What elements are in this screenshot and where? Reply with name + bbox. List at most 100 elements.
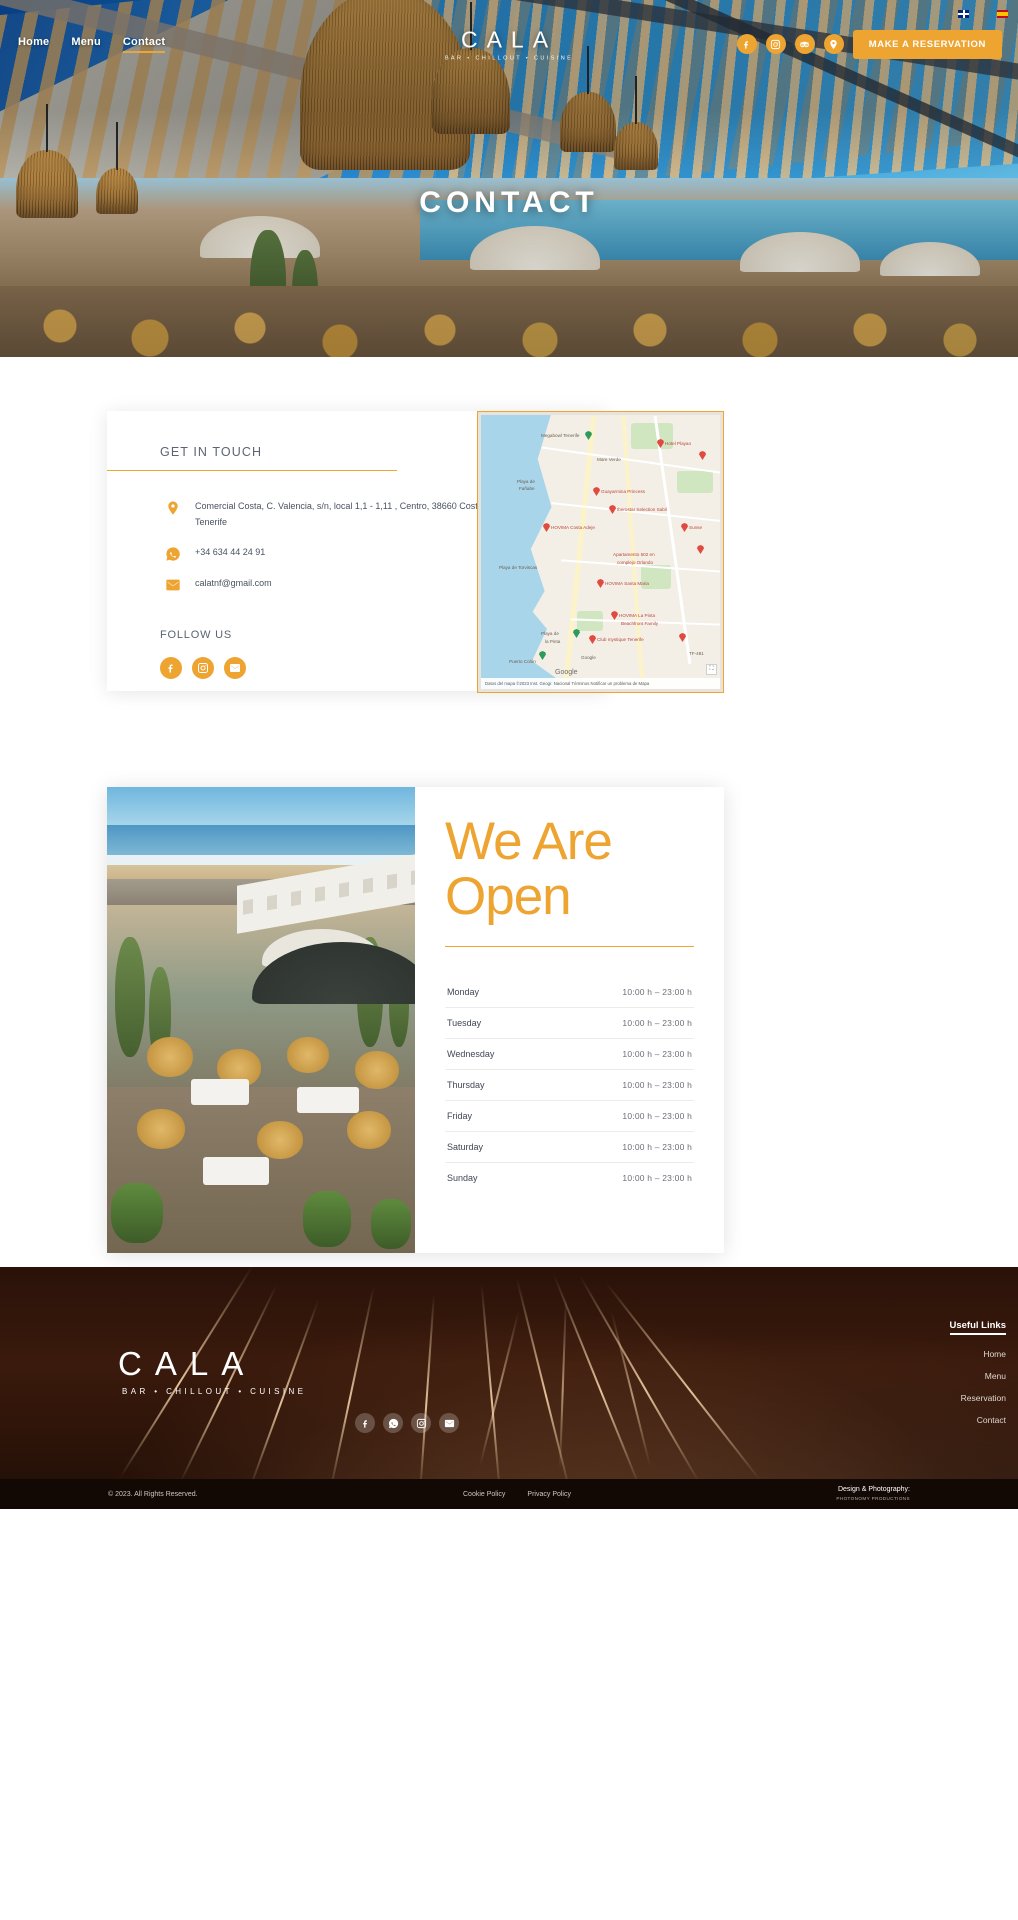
map-label: Iberostar Selection Sabil — [617, 507, 667, 512]
map-label: Google — [581, 655, 596, 660]
map-label: complejo Orlando — [617, 560, 654, 565]
email-icon[interactable] — [224, 656, 246, 679]
schedule-hours: 10:00 h – 23:00 h — [622, 987, 692, 998]
we-are-open-line2: Open — [445, 866, 572, 926]
footer-link-reservation[interactable]: Reservation — [950, 1393, 1006, 1403]
terrace-photo — [107, 787, 415, 1253]
schedule-hours: 10:00 h – 23:00 h — [622, 1018, 692, 1029]
instagram-icon[interactable] — [192, 656, 214, 679]
footer-link-menu[interactable]: Menu — [950, 1371, 1006, 1381]
schedule-row: Friday 10:00 h – 23:00 h — [445, 1101, 694, 1133]
schedule-row: Thursday 10:00 h – 23:00 h — [445, 1070, 694, 1102]
facebook-icon[interactable] — [160, 656, 182, 679]
location-pin-icon — [165, 500, 181, 516]
location-map[interactable]: Megabowl Tenerife Hotel Playao Mare Verde P… — [477, 411, 724, 693]
schedule-day: Tuesday — [447, 1018, 482, 1029]
nav-link-contact[interactable]: Contact — [122, 36, 166, 53]
privacy-policy-link[interactable]: Privacy Policy — [527, 1491, 571, 1498]
map-label: Hotel Playao — [665, 441, 692, 446]
whatsapp-icon[interactable] — [383, 1413, 403, 1433]
schedule-day: Monday — [447, 987, 480, 998]
footer-link-home[interactable]: Home — [950, 1349, 1006, 1359]
copyright-text: © 2023. All Rights Reserved. — [108, 1490, 198, 1498]
instagram-icon[interactable] — [765, 34, 786, 54]
useful-links-heading: Useful Links — [949, 1320, 1006, 1335]
contact-section: GET IN TOUCH Comercial Costa, C. Valenci… — [0, 357, 1018, 747]
schedule-day: Sunday — [447, 1173, 478, 1184]
nav-actions: MAKE A RESERVATION — [736, 29, 1002, 59]
opening-hours-section: We Are Open Monday 10:00 h – 23:00 h Tuesd… — [0, 747, 1018, 1267]
schedule-row: Tuesday 10:00 h – 23:00 h — [445, 1008, 694, 1040]
map-attribution-text: Datos del mapa ©2023 Inst. Geogr. Nacion… — [485, 681, 650, 686]
map-attribution-bar: Datos del mapa ©2023 Inst. Geogr. Nacion… — [481, 678, 720, 689]
map-label: TF-481 — [689, 651, 704, 656]
instagram-icon[interactable] — [411, 1413, 431, 1433]
main-navbar: Home Menu Contact CALA BAR • CHILLOUT • … — [0, 0, 1018, 88]
flag-en-icon[interactable] — [958, 10, 969, 18]
schedule-hours: 10:00 h – 23:00 h — [622, 1111, 692, 1122]
header-logo-tagline: BAR • CHILLOUT • CUISINE — [444, 55, 574, 62]
schedule-day: Friday — [447, 1111, 473, 1122]
tripadvisor-icon[interactable] — [794, 34, 815, 54]
map-label: la Pinta — [545, 639, 561, 644]
design-credit: Design & Photography: PHOTONOMY PRODUCTI… — [836, 1485, 910, 1502]
map-label: HOVIMA La Pinta — [619, 613, 656, 618]
schedule-day: Saturday — [447, 1142, 484, 1153]
facebook-icon[interactable] — [355, 1413, 375, 1433]
useful-links: Useful Links Home Menu Reservation Contact — [949, 1315, 1006, 1437]
schedule-day: Thursday — [447, 1080, 485, 1091]
map-label: Beachfront Family — [621, 621, 659, 626]
contact-email-text: calatnf@gmail.com — [195, 577, 272, 588]
map-label: Sunse — [689, 525, 703, 530]
cookie-policy-link[interactable]: Cookie Policy — [463, 1491, 505, 1498]
nav-links: Home Menu Contact — [18, 36, 166, 53]
header-logo[interactable]: CALA BAR • CHILLOUT • CUISINE — [445, 27, 573, 62]
opening-hours-content: We Are Open Monday 10:00 h – 23:00 h Tuesd… — [415, 787, 724, 1253]
schedule-hours: 10:00 h – 23:00 h — [622, 1080, 692, 1091]
schedule-row: Monday 10:00 h – 23:00 h — [445, 977, 694, 1009]
email-icon[interactable] — [439, 1413, 459, 1433]
map-label: Apartamento 502 en — [613, 552, 655, 557]
page-title: CONTACT — [419, 186, 599, 219]
location-pin-icon[interactable] — [823, 34, 844, 54]
we-are-open-line1: We Are — [445, 812, 613, 871]
schedule-hours: 10:00 h – 23:00 h — [622, 1173, 692, 1184]
email-icon — [165, 577, 181, 593]
map-expand-button[interactable]: ⛶ — [706, 664, 717, 675]
footer-socials — [355, 1413, 459, 1433]
map-label: Mare Verde — [597, 457, 621, 462]
schedule-list: Monday 10:00 h – 23:00 h Tuesday 10:00 h – … — [445, 977, 694, 1193]
map-label: Playa de Torviscas — [499, 565, 538, 570]
facebook-icon[interactable] — [736, 34, 757, 54]
flag-es-icon[interactable] — [997, 10, 1008, 18]
schedule-hours: 10:00 h – 23:00 h — [622, 1142, 692, 1153]
language-switcher[interactable] — [958, 10, 1008, 18]
map-label: Playa de — [541, 631, 559, 636]
hero-section: Home Menu Contact CALA BAR • CHILLOUT • … — [0, 0, 1018, 357]
map-label: Megabowl Tenerife — [541, 433, 580, 438]
make-reservation-button[interactable]: MAKE A RESERVATION — [852, 29, 1002, 59]
whatsapp-icon — [165, 546, 181, 562]
footer-bottom-bar: © 2023. All Rights Reserved. Cookie Poli… — [0, 1479, 1018, 1509]
credit-line-1: Design & Photography: — [837, 1486, 910, 1494]
map-label: Club mystique Tenerife — [597, 637, 644, 642]
site-footer: CALA BAR • CHILLOUT • CUISINE Useful Lin… — [0, 1267, 1018, 1509]
nav-link-menu[interactable]: Menu — [71, 36, 101, 53]
footer-link-contact[interactable]: Contact — [950, 1415, 1006, 1425]
map-label: Playa de — [517, 479, 535, 484]
schedule-row: Wednesday 10:00 h – 23:00 h — [445, 1039, 694, 1071]
policy-links: Cookie Policy Privacy Policy — [463, 1491, 571, 1498]
footer-logo-word: CALA — [118, 1345, 257, 1382]
opening-hours-card: We Are Open Monday 10:00 h – 23:00 h Tuesd… — [107, 787, 724, 1253]
map-label: Fañabe — [519, 486, 535, 491]
schedule-hours: 10:00 h – 23:00 h — [622, 1049, 692, 1060]
heading-divider — [107, 470, 397, 471]
footer-logo-tagline: BAR • CHILLOUT • CUISINE — [122, 1387, 307, 1396]
google-watermark: Google — [555, 669, 578, 676]
header-logo-word: CALA — [460, 26, 558, 53]
credit-line-2: PHOTONOMY PRODUCTIONS — [836, 1495, 910, 1501]
nav-link-home[interactable]: Home — [18, 36, 49, 53]
map-label: HOVIMA Santa Maria — [605, 581, 649, 586]
footer-logo[interactable]: CALA BAR • CHILLOUT • CUISINE — [118, 1345, 306, 1396]
title-divider — [445, 946, 694, 948]
